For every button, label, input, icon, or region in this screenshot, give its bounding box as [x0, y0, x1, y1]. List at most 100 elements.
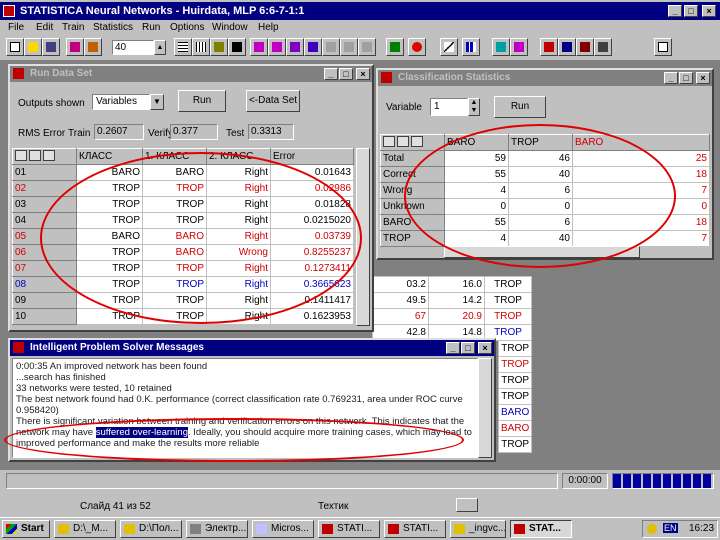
rms-error-label: RMS Error: [18, 128, 66, 139]
language-indicator[interactable]: EN: [663, 523, 678, 533]
maximize-button[interactable]: □: [684, 5, 698, 17]
test-error-value: 0.3313: [248, 124, 294, 140]
message-line: 0.958420): [16, 405, 59, 416]
train-icon-5[interactable]: [322, 38, 340, 56]
cs-maximize-button[interactable]: □: [679, 72, 693, 84]
progress-bar: [612, 473, 714, 489]
variable-spin-button[interactable]: ▲ ▼: [468, 98, 480, 116]
taskbar-item[interactable]: STATI...: [384, 520, 446, 538]
train-icon-7[interactable]: [358, 38, 376, 56]
copy-icon[interactable]: [29, 149, 41, 161]
network-icon[interactable]: [66, 38, 84, 56]
status-message: [6, 473, 558, 489]
rds-minimize-button[interactable]: _: [324, 68, 338, 80]
tray-icon[interactable]: [647, 524, 657, 534]
taskbar-item[interactable]: D:\Пол...: [120, 520, 182, 538]
menu-statistics[interactable]: Statistics: [93, 22, 133, 33]
menu-run[interactable]: Run: [142, 22, 160, 33]
bg-cell: 16.0: [428, 276, 485, 293]
start-button[interactable]: Start: [2, 520, 50, 538]
column-header[interactable]: Error: [270, 148, 354, 165]
new-icon[interactable]: [6, 38, 24, 56]
message-line: 33 networks were tested, 10 retained: [16, 383, 172, 394]
edit-icon[interactable]: [383, 135, 395, 147]
cs-run-button[interactable]: Run: [494, 96, 546, 118]
help-pointer-icon[interactable]: [654, 38, 672, 56]
ips-maximize-button[interactable]: □: [461, 342, 475, 354]
save-icon[interactable]: [42, 38, 60, 56]
stats-icon-5[interactable]: [576, 38, 594, 56]
cases-icon[interactable]: [210, 38, 228, 56]
graph-icon[interactable]: [440, 38, 458, 56]
window-icon: [13, 68, 24, 79]
verify-error-value: 0.377: [170, 124, 218, 140]
taskbar-item-active[interactable]: STAT...: [510, 520, 572, 538]
taskbar-item[interactable]: _ingvc...: [450, 520, 506, 538]
clock: 16:23: [689, 523, 715, 534]
data-set-button[interactable]: <-Data Set: [246, 90, 300, 112]
train-icon-1[interactable]: [250, 38, 268, 56]
stats-icon-2[interactable]: [510, 38, 528, 56]
spellcheck-icon[interactable]: [456, 498, 478, 512]
rds-maximize-button[interactable]: □: [339, 68, 353, 80]
row-header[interactable]: 01: [12, 164, 77, 181]
minimize-button[interactable]: _: [668, 5, 682, 17]
taskbar-item[interactable]: STATI...: [318, 520, 380, 538]
train-icon-2[interactable]: [268, 38, 286, 56]
grid-icon[interactable]: [174, 38, 192, 56]
menu-file[interactable]: File: [8, 22, 24, 33]
menu-bar: File Edit Train Statistics Run Options W…: [0, 20, 720, 36]
variable-field[interactable]: 1: [430, 98, 468, 116]
menu-options[interactable]: Options: [170, 22, 204, 33]
ips-close-button[interactable]: ×: [478, 342, 492, 354]
stats-icon-4[interactable]: [558, 38, 576, 56]
window-icon: [381, 72, 392, 83]
histogram-icon[interactable]: [462, 38, 480, 56]
taskbar-item[interactable]: Micros...: [252, 520, 314, 538]
message-line: ...search has finished: [16, 372, 106, 383]
taskbar-item[interactable]: Электр...: [186, 520, 248, 538]
stop-icon[interactable]: [408, 38, 426, 56]
save-icon[interactable]: [411, 135, 423, 147]
run-icon[interactable]: [386, 38, 404, 56]
stats-icon-1[interactable]: [492, 38, 510, 56]
table-icon[interactable]: [192, 38, 210, 56]
ips-scrollbar[interactable]: [478, 358, 492, 458]
variable-label: Variable: [386, 102, 422, 113]
stats-icon-6[interactable]: [594, 38, 612, 56]
weights-icon[interactable]: [228, 38, 246, 56]
bg-side-cell: TROP: [497, 388, 533, 405]
row-header[interactable]: 09: [12, 292, 77, 309]
open-icon[interactable]: [24, 38, 42, 56]
bg-side-cell: TROP: [497, 372, 533, 389]
bg-side-cell: BARO: [497, 404, 533, 421]
train-icon-6[interactable]: [340, 38, 358, 56]
save-icon[interactable]: [43, 149, 55, 161]
bg-cell: TROP: [484, 292, 532, 309]
rds-close-button[interactable]: ×: [356, 68, 370, 80]
number-spin-button[interactable]: ▲: [154, 40, 166, 55]
cs-close-button[interactable]: ×: [696, 72, 710, 84]
edit-icon[interactable]: [15, 149, 27, 161]
taskbar-item[interactable]: D:\_M...: [54, 520, 116, 538]
run-button[interactable]: Run: [178, 90, 226, 112]
train-icon-3[interactable]: [286, 38, 304, 56]
data-icon[interactable]: [84, 38, 102, 56]
menu-window[interactable]: Window: [212, 22, 248, 33]
annotation-ellipse: [404, 124, 676, 268]
background-grid: 03.2 16.0 TROP 49.5 14.2 TROP 67 20.9 TROP 42.…: [372, 276, 532, 341]
ips-minimize-button[interactable]: _: [446, 342, 460, 354]
outputs-select[interactable]: Variables: [92, 94, 150, 110]
status-time: 0:00:00: [562, 473, 608, 489]
chevron-down-icon[interactable]: ▼: [150, 94, 164, 110]
stats-icon-3[interactable]: [540, 38, 558, 56]
menu-train[interactable]: Train: [62, 22, 84, 33]
row-header[interactable]: 10: [12, 308, 77, 325]
number-field[interactable]: 40: [112, 40, 154, 55]
copy-icon[interactable]: [397, 135, 409, 147]
train-icon-4[interactable]: [304, 38, 322, 56]
menu-edit[interactable]: Edit: [36, 22, 53, 33]
cs-minimize-button[interactable]: _: [664, 72, 678, 84]
menu-help[interactable]: Help: [258, 22, 279, 33]
close-button[interactable]: ×: [702, 5, 716, 17]
